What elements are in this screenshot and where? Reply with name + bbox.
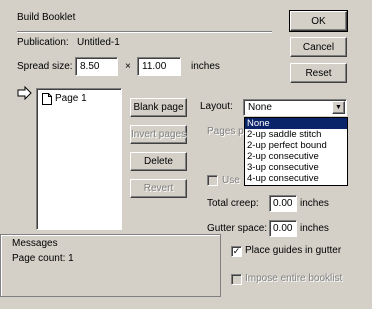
impose-entire-checkbox[interactable] (231, 274, 242, 285)
layout-select[interactable]: None ▼ (243, 99, 347, 116)
total-creep-value: 0.00 (273, 198, 293, 209)
page-icon (42, 93, 52, 105)
title-divider (17, 31, 272, 33)
total-creep-unit: inches (300, 198, 329, 209)
page-item-label: Page 1 (55, 93, 87, 104)
layout-option-2up-saddle-stitch[interactable]: 2-up saddle stitch (245, 129, 347, 140)
times-symbol: × (125, 61, 131, 72)
invert-pages-button[interactable]: Invert pages (130, 125, 187, 144)
cancel-button[interactable]: Cancel (290, 37, 347, 57)
gutter-space-unit: inches (300, 223, 329, 234)
layout-option-none[interactable]: None (245, 118, 347, 129)
reset-button[interactable]: Reset (290, 63, 347, 83)
blank-page-button[interactable]: Blank page (130, 98, 187, 117)
publication-label: Publication: (17, 37, 69, 48)
layout-selected-value: None (248, 102, 272, 113)
ok-button[interactable]: OK (289, 10, 348, 32)
gutter-space-value: 0.00 (273, 223, 293, 234)
pages-list[interactable]: Page 1 (36, 88, 122, 230)
chevron-down-icon[interactable]: ▼ (332, 101, 345, 114)
messages-panel: Messages Page count: 1 (0, 234, 221, 297)
layout-dropdown-list[interactable]: None 2-up saddle stitch 2-up perfect bou… (244, 117, 348, 186)
layout-label: Layout: (200, 101, 233, 112)
total-creep-label: Total creep: (207, 198, 259, 209)
dialog-title: Build Booklet (17, 12, 76, 23)
spread-height-value: 11.00 (142, 61, 167, 72)
place-guides-checkbox[interactable]: ✓ (231, 246, 242, 257)
place-guides-label: Place guides in gutter (245, 245, 342, 256)
spread-unit-label: inches (191, 61, 220, 72)
spread-width-value: 8.50 (80, 61, 100, 72)
arrow-right-icon (17, 86, 32, 100)
layout-option-2up-consecutive[interactable]: 2-up consecutive (245, 151, 347, 162)
layout-option-3up-consecutive[interactable]: 3-up consecutive (245, 162, 347, 173)
impose-entire-label: Impose entire booklist (245, 273, 343, 284)
spread-height-input[interactable]: 11.00 (137, 57, 181, 76)
delete-button[interactable]: Delete (130, 152, 187, 171)
total-creep-input[interactable]: 0.00 (269, 195, 297, 212)
layout-option-4up-consecutive[interactable]: 4-up consecutive (245, 173, 347, 184)
use-checkbox[interactable] (207, 175, 218, 186)
messages-text: Page count: 1 (12, 253, 74, 264)
gutter-space-input[interactable]: 0.00 (269, 220, 297, 237)
layout-option-2up-perfect-bound[interactable]: 2-up perfect bound (245, 140, 347, 151)
spread-width-input[interactable]: 8.50 (75, 57, 118, 76)
pages-per-label: Pages p (207, 126, 244, 137)
revert-button[interactable]: Revert (130, 179, 187, 198)
messages-label: Messages (12, 238, 58, 249)
spread-size-label: Spread size: (17, 61, 73, 72)
publication-value: Untitled-1 (77, 37, 120, 48)
use-label: Use (222, 175, 240, 186)
